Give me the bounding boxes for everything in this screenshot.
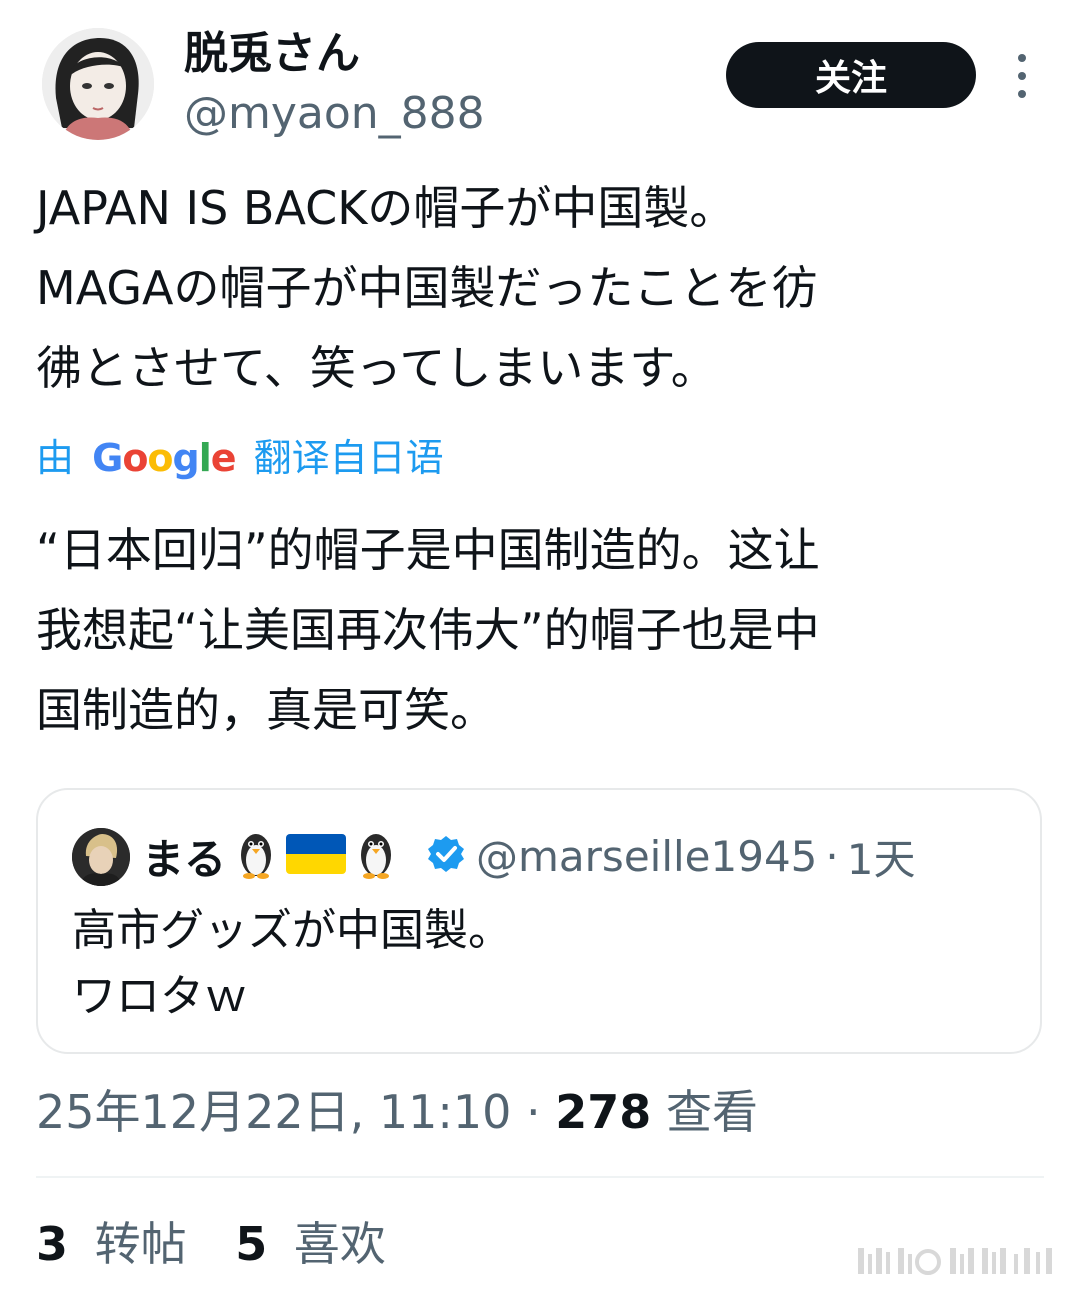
more-dot-icon (1018, 72, 1026, 80)
likes-stat[interactable]: 5 喜欢 (235, 1214, 386, 1274)
translated-text-line: 我想起“让美国再次伟大”的帽子也是中 (36, 603, 820, 657)
more-dot-icon (1018, 90, 1026, 98)
meta-separator: · (526, 1085, 541, 1139)
google-logo-letter: o (147, 436, 173, 480)
tweet-text-line: 彿とさせて、笑ってしまいます。 (36, 341, 717, 395)
google-logo-letter: l (198, 436, 212, 480)
penguin-icon (236, 829, 276, 883)
translated-text: “日本回归”的帽子是中国制造的。这让 我想起“让美国再次伟大”的帽子也是中 国制… (36, 510, 1046, 750)
quote-text: 高市グッズが中国製。 ワロタｗ (72, 898, 512, 1030)
watermark-logo (858, 1244, 1058, 1278)
tweet-timestamp[interactable]: 25年12月22日, 11:10 (36, 1085, 511, 1139)
more-options-button[interactable] (1008, 54, 1036, 98)
engagement-stats: 3 转帖 5 喜欢 (36, 1214, 420, 1274)
translation-attribution[interactable]: 由 Google 翻译自日语 (36, 432, 444, 484)
reposts-label: 转帖 (94, 1217, 187, 1271)
google-logo-letter: o (122, 436, 148, 480)
tweet-text-line: MAGAの帽子が中国製だったことを彷 (36, 261, 818, 315)
google-logo-letter: G (92, 436, 123, 480)
google-logo: Google (92, 436, 237, 480)
translation-suffix: 翻译自日语 (253, 436, 444, 480)
quoted-tweet-card[interactable]: まる @marseille1945 · 1天 高市グッズが中国製。 ワロタｗ (36, 788, 1042, 1054)
verified-badge-icon (426, 834, 466, 878)
quote-timestamp[interactable]: 1天 (847, 826, 916, 887)
reposts-count: 3 (36, 1217, 69, 1271)
author-display-name[interactable]: 脱兎さん (184, 26, 360, 82)
quote-text-line: 高市グッズが中国製。 (72, 905, 512, 956)
quote-author-name[interactable]: まる (142, 826, 226, 887)
author-avatar[interactable] (42, 28, 154, 140)
google-logo-letter: g (172, 436, 200, 480)
translation-prefix: 由 (36, 436, 75, 480)
translated-text-line: “日本回归”的帽子是中国制造的。这让 (36, 523, 820, 577)
google-logo-letter: e (210, 436, 237, 480)
tweet-meta: 25年12月22日, 11:10 · 278 查看 (36, 1084, 758, 1140)
quote-author-avatar[interactable] (72, 828, 130, 886)
quote-author-handle[interactable]: @marseille1945 (476, 832, 817, 881)
divider (36, 1176, 1044, 1178)
follow-button[interactable]: 关注 (726, 42, 976, 108)
author-avatar-image (42, 28, 154, 140)
views-label: 查看 (665, 1085, 758, 1139)
likes-label: 喜欢 (293, 1217, 386, 1271)
penguin-icon (356, 829, 396, 883)
more-dot-icon (1018, 54, 1026, 62)
quote-avatar-image (72, 828, 130, 886)
views-count: 278 (555, 1085, 652, 1139)
quote-text-line: ワロタｗ (72, 971, 248, 1022)
likes-count: 5 (235, 1217, 268, 1271)
quote-separator: · (825, 831, 839, 881)
translated-text-line: 国制造的，真是可笑。 (36, 683, 496, 737)
ukraine-flag-icon (286, 834, 347, 878)
reposts-stat[interactable]: 3 转帖 (36, 1214, 187, 1274)
author-handle[interactable]: @myaon_888 (184, 86, 485, 142)
quote-header: まる @marseille1945 · 1天 (142, 826, 915, 886)
tweet-text: JAPAN IS BACKの帽子が中国製。 MAGAの帽子が中国製だったことを彷… (36, 168, 1046, 408)
tweet-text-line: JAPAN IS BACKの帽子が中国製。 (36, 181, 736, 235)
